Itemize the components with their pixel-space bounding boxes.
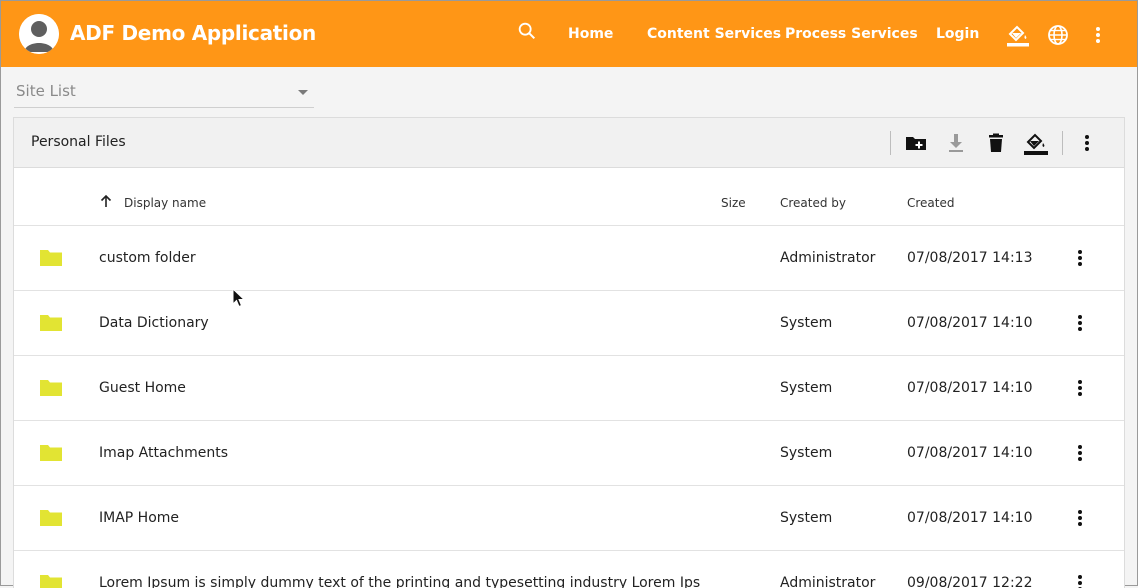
row-created: 07/08/2017 14:10 <box>907 380 1033 396</box>
row-more-vert-icon[interactable] <box>1068 376 1092 400</box>
row-more-vert-icon[interactable] <box>1068 311 1092 335</box>
row-created: 07/08/2017 14:10 <box>907 445 1033 461</box>
column-created-by[interactable]: Created by <box>780 196 846 210</box>
row-created-by: Administrator <box>780 250 876 266</box>
document-toolbar: Personal Files <box>14 118 1124 168</box>
delete-icon[interactable] <box>984 131 1008 155</box>
theme-picker-icon[interactable] <box>1006 23 1030 47</box>
row-created-by: System <box>780 380 833 396</box>
toolbar-divider <box>890 131 891 155</box>
mouse-cursor-icon <box>232 288 246 308</box>
row-more-vert-icon[interactable] <box>1068 246 1092 270</box>
row-created: 07/08/2017 14:10 <box>907 315 1033 331</box>
table-row[interactable]: Lorem Ipsum is simply dummy text of the … <box>14 551 1124 588</box>
row-created-by: System <box>780 315 833 331</box>
user-avatar-icon[interactable] <box>19 14 59 54</box>
more-vert-icon[interactable] <box>1086 23 1110 47</box>
row-created-by: System <box>780 445 833 461</box>
column-created[interactable]: Created <box>907 196 955 210</box>
row-name: Lorem Ipsum is simply dummy text of the … <box>99 575 701 588</box>
row-created: 09/08/2017 12:22 <box>907 575 1033 588</box>
row-name: Guest Home <box>99 380 186 396</box>
folder-icon <box>40 250 62 266</box>
row-created: 07/08/2017 14:13 <box>907 250 1033 266</box>
dropdown-arrow-icon <box>298 90 308 95</box>
column-display-name[interactable]: Display name <box>124 196 206 210</box>
table-row[interactable]: custom folder Administrator 07/08/2017 1… <box>14 226 1124 291</box>
site-list-select[interactable]: Site List <box>14 79 314 108</box>
app-title: ADF Demo Application <box>70 21 316 45</box>
table-row[interactable]: Imap Attachments System 07/08/2017 14:10 <box>14 421 1124 486</box>
nav-home[interactable]: Home <box>568 26 613 42</box>
sort-ascending-icon[interactable] <box>99 194 113 208</box>
table-header: Display name Size Created by Created <box>14 168 1124 226</box>
column-size[interactable]: Size <box>721 196 746 210</box>
search-icon[interactable] <box>516 20 538 42</box>
row-name: custom folder <box>99 250 196 266</box>
table-row[interactable]: IMAP Home System 07/08/2017 14:10 <box>14 486 1124 551</box>
row-more-vert-icon[interactable] <box>1068 441 1092 465</box>
folder-icon <box>40 315 62 331</box>
row-more-vert-icon[interactable] <box>1068 571 1092 588</box>
theme-icon[interactable] <box>1024 131 1048 155</box>
row-created-by: Administrator <box>780 575 876 588</box>
document-list: Personal Files Display name Size Created… <box>13 117 1125 588</box>
download-icon[interactable] <box>944 131 968 155</box>
row-name: Imap Attachments <box>99 445 229 461</box>
folder-icon <box>40 445 62 461</box>
row-created-by: System <box>780 510 833 526</box>
breadcrumb[interactable]: Personal Files <box>31 134 126 150</box>
nav-process-services[interactable]: Process Services <box>785 26 918 42</box>
folder-icon <box>40 380 62 396</box>
row-name: IMAP Home <box>99 510 180 526</box>
nav-login[interactable]: Login <box>936 26 979 42</box>
table-row[interactable]: Data Dictionary System 07/08/2017 14:10 <box>14 291 1124 356</box>
app-header: ADF Demo Application Home Content Servic… <box>1 1 1137 67</box>
toolbar-divider <box>1062 131 1063 155</box>
language-icon[interactable] <box>1046 23 1070 47</box>
row-created: 07/08/2017 14:10 <box>907 510 1033 526</box>
table-row[interactable]: Guest Home System 07/08/2017 14:10 <box>14 356 1124 421</box>
row-more-vert-icon[interactable] <box>1068 506 1092 530</box>
folder-icon <box>40 510 62 526</box>
site-list-placeholder: Site List <box>16 82 76 100</box>
nav-content-services[interactable]: Content Services <box>647 26 781 42</box>
row-name: Data Dictionary <box>99 315 209 331</box>
create-folder-icon[interactable] <box>904 131 928 155</box>
toolbar-more-vert-icon[interactable] <box>1075 131 1099 155</box>
